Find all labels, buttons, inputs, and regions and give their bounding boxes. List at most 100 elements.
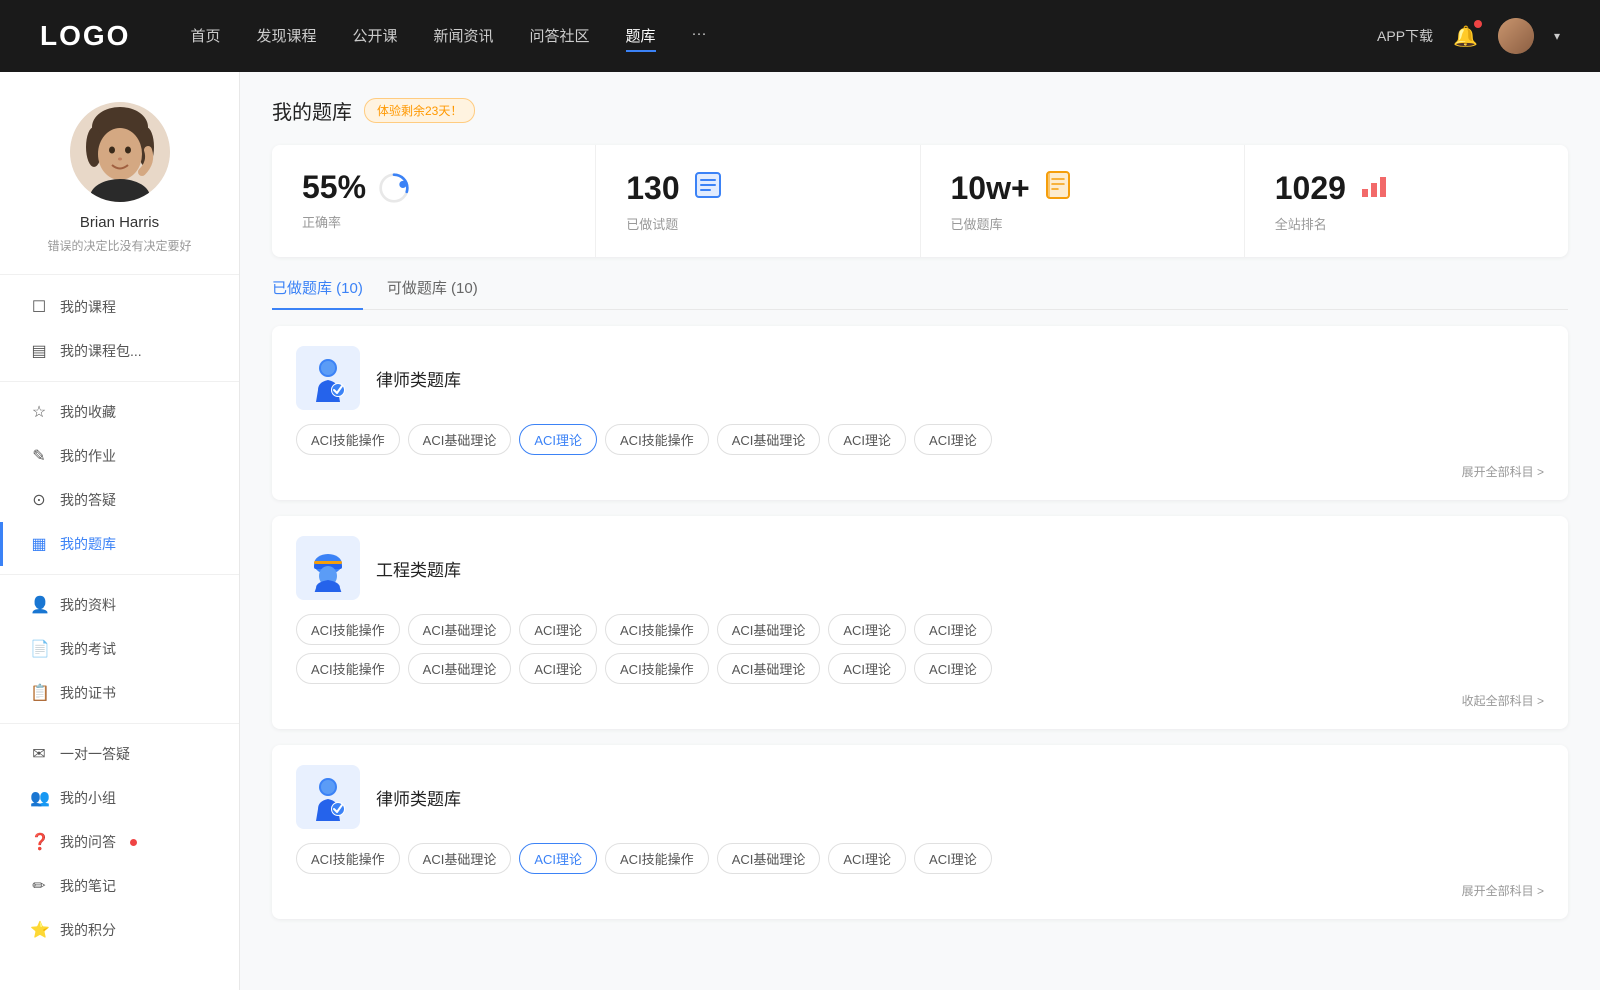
tag[interactable]: ACI理论 bbox=[828, 424, 906, 455]
sidebar-item-my-courses[interactable]: ☐ 我的课程 bbox=[0, 285, 239, 329]
expand-link-3[interactable]: 展开全部科目 > bbox=[296, 882, 1544, 899]
sidebar-item-one-on-one-qa[interactable]: ✉ 一对一答疑 bbox=[0, 732, 239, 776]
sidebar-menu: ☐ 我的课程 ▤ 我的课程包... ☆ 我的收藏 ✎ 我的作业 ⊙ 我的答疑 ▦ bbox=[0, 285, 239, 952]
tag[interactable]: ACI理论 bbox=[519, 653, 597, 684]
tag[interactable]: ACI理论 bbox=[914, 653, 992, 684]
nav-home[interactable]: 首页 bbox=[190, 21, 220, 52]
tab-done-banks[interactable]: 已做题库 (10) bbox=[272, 277, 363, 310]
certificate-icon: 📋 bbox=[30, 683, 48, 703]
sidebar-item-my-notes[interactable]: ✏ 我的笔记 bbox=[0, 864, 239, 908]
sidebar-motto: 错误的决定比没有决定要好 bbox=[47, 237, 191, 254]
sidebar-item-label: 我的问答 bbox=[60, 832, 116, 852]
sidebar-divider-2 bbox=[0, 574, 239, 575]
sidebar-item-label: 我的收藏 bbox=[60, 402, 116, 422]
sidebar-item-my-exam[interactable]: 📄 我的考试 bbox=[0, 627, 239, 671]
tag-active[interactable]: ACI理论 bbox=[519, 843, 597, 874]
app-download-button[interactable]: APP下载 bbox=[1377, 26, 1433, 46]
trial-badge: 体验剩余23天！ bbox=[364, 98, 475, 123]
nav-open-course[interactable]: 公开课 bbox=[352, 21, 397, 52]
avatar[interactable] bbox=[1498, 18, 1534, 54]
stat-accuracy-top: 55% bbox=[302, 169, 565, 206]
questions-done-value: 130 bbox=[626, 170, 679, 207]
accuracy-chart-icon bbox=[378, 172, 410, 204]
navbar-right: APP下载 🔔 ▾ bbox=[1377, 18, 1560, 54]
qbank-tags-2-row1: ACI技能操作 ACI基础理论 ACI理论 ACI技能操作 ACI基础理论 AC… bbox=[296, 614, 1544, 645]
sidebar-item-my-questions[interactable]: ❓ 我的问答 bbox=[0, 820, 239, 864]
tag[interactable]: ACI技能操作 bbox=[296, 843, 400, 874]
questions-notification-dot bbox=[130, 839, 137, 846]
tag[interactable]: ACI基础理论 bbox=[717, 653, 821, 684]
tag[interactable]: ACI基础理论 bbox=[717, 424, 821, 455]
sidebar-item-my-qa[interactable]: ⊙ 我的答疑 bbox=[0, 478, 239, 522]
tag[interactable]: ACI技能操作 bbox=[296, 424, 400, 455]
tag[interactable]: ACI理论 bbox=[519, 614, 597, 645]
tag[interactable]: ACI技能操作 bbox=[296, 653, 400, 684]
qbank-icon-lawyer-2 bbox=[296, 765, 360, 829]
nav-more[interactable]: ··· bbox=[692, 21, 707, 52]
stat-banks-done: 10w+ 已做题库 bbox=[921, 145, 1245, 257]
sidebar-divider-3 bbox=[0, 723, 239, 724]
site-rank-label: 全站排名 bbox=[1275, 214, 1538, 233]
sidebar-item-my-homework[interactable]: ✎ 我的作业 bbox=[0, 434, 239, 478]
tag[interactable]: ACI理论 bbox=[914, 843, 992, 874]
expand-link-1[interactable]: 展开全部科目 > bbox=[296, 463, 1544, 480]
favorites-icon: ☆ bbox=[30, 402, 48, 422]
tab-available-banks[interactable]: 可做题库 (10) bbox=[387, 277, 478, 310]
tabs-row: 已做题库 (10) 可做题库 (10) bbox=[272, 277, 1568, 310]
sidebar-item-my-course-packages[interactable]: ▤ 我的课程包... bbox=[0, 329, 239, 373]
stat-accuracy: 55% 正确率 bbox=[272, 145, 596, 257]
tag[interactable]: ACI技能操作 bbox=[605, 843, 709, 874]
checklist-icon bbox=[692, 169, 724, 201]
sidebar-item-label: 我的积分 bbox=[60, 920, 116, 940]
notebook-icon bbox=[1042, 169, 1074, 201]
tag[interactable]: ACI基础理论 bbox=[408, 843, 512, 874]
nav-question-bank[interactable]: 题库 bbox=[626, 21, 656, 52]
qbank-tags-3: ACI技能操作 ACI基础理论 ACI理论 ACI技能操作 ACI基础理论 AC… bbox=[296, 843, 1544, 874]
stat-questions-done-top: 130 bbox=[626, 169, 889, 208]
tag[interactable]: ACI理论 bbox=[914, 424, 992, 455]
tag[interactable]: ACI理论 bbox=[828, 843, 906, 874]
sidebar-item-label: 我的考试 bbox=[60, 639, 116, 659]
group-icon: 👥 bbox=[30, 788, 48, 808]
sidebar-item-my-profile[interactable]: 👤 我的资料 bbox=[0, 583, 239, 627]
sidebar-item-label: 我的课程包... bbox=[60, 341, 142, 361]
tag[interactable]: ACI基础理论 bbox=[717, 614, 821, 645]
accuracy-value: 55% bbox=[302, 169, 366, 206]
sidebar-item-label: 我的课程 bbox=[60, 297, 116, 317]
page-title: 我的题库 bbox=[272, 96, 352, 125]
tag[interactable]: ACI技能操作 bbox=[605, 653, 709, 684]
tag[interactable]: ACI技能操作 bbox=[605, 614, 709, 645]
notification-bell[interactable]: 🔔 bbox=[1453, 24, 1478, 49]
tag[interactable]: ACI基础理论 bbox=[408, 653, 512, 684]
tag[interactable]: ACI技能操作 bbox=[296, 614, 400, 645]
nav-news[interactable]: 新闻资讯 bbox=[434, 21, 494, 52]
tag[interactable]: ACI理论 bbox=[828, 653, 906, 684]
navbar: LOGO 首页 发现课程 公开课 新闻资讯 问答社区 题库 ··· APP下载 … bbox=[0, 0, 1600, 72]
sidebar-profile: Brian Harris 错误的决定比没有决定要好 bbox=[0, 102, 239, 275]
tag[interactable]: ACI基础理论 bbox=[408, 424, 512, 455]
sidebar-item-my-group[interactable]: 👥 我的小组 bbox=[0, 776, 239, 820]
sidebar-item-label: 我的证书 bbox=[60, 683, 116, 703]
sidebar-item-my-certificate[interactable]: 📋 我的证书 bbox=[0, 671, 239, 715]
sidebar-item-label: 一对一答疑 bbox=[60, 744, 130, 764]
nav-discover[interactable]: 发现课程 bbox=[256, 21, 316, 52]
tag[interactable]: ACI基础理论 bbox=[408, 614, 512, 645]
tag[interactable]: ACI技能操作 bbox=[605, 424, 709, 455]
questions-icon: ❓ bbox=[30, 832, 48, 852]
tag[interactable]: ACI理论 bbox=[914, 614, 992, 645]
nav-qa[interactable]: 问答社区 bbox=[530, 21, 590, 52]
sidebar-item-my-favorites[interactable]: ☆ 我的收藏 bbox=[0, 390, 239, 434]
tag[interactable]: ACI理论 bbox=[828, 614, 906, 645]
sidebar-item-my-points[interactable]: ⭐ 我的积分 bbox=[0, 908, 239, 952]
qbank-title-3: 律师类题库 bbox=[376, 785, 461, 810]
notes-icon: ✏ bbox=[30, 876, 48, 896]
sidebar-username: Brian Harris bbox=[80, 214, 159, 231]
tag-active[interactable]: ACI理论 bbox=[519, 424, 597, 455]
tag[interactable]: ACI基础理论 bbox=[717, 843, 821, 874]
sidebar-item-my-question-bank[interactable]: ▦ 我的题库 bbox=[0, 522, 239, 566]
avatar-chevron-icon[interactable]: ▾ bbox=[1554, 29, 1560, 43]
collapse-link-2[interactable]: 收起全部科目 > bbox=[296, 692, 1544, 709]
packages-icon: ▤ bbox=[30, 341, 48, 361]
lawyer-icon-svg bbox=[304, 354, 352, 402]
nav-menu: 首页 发现课程 公开课 新闻资讯 问答社区 题库 ··· bbox=[190, 21, 1377, 52]
